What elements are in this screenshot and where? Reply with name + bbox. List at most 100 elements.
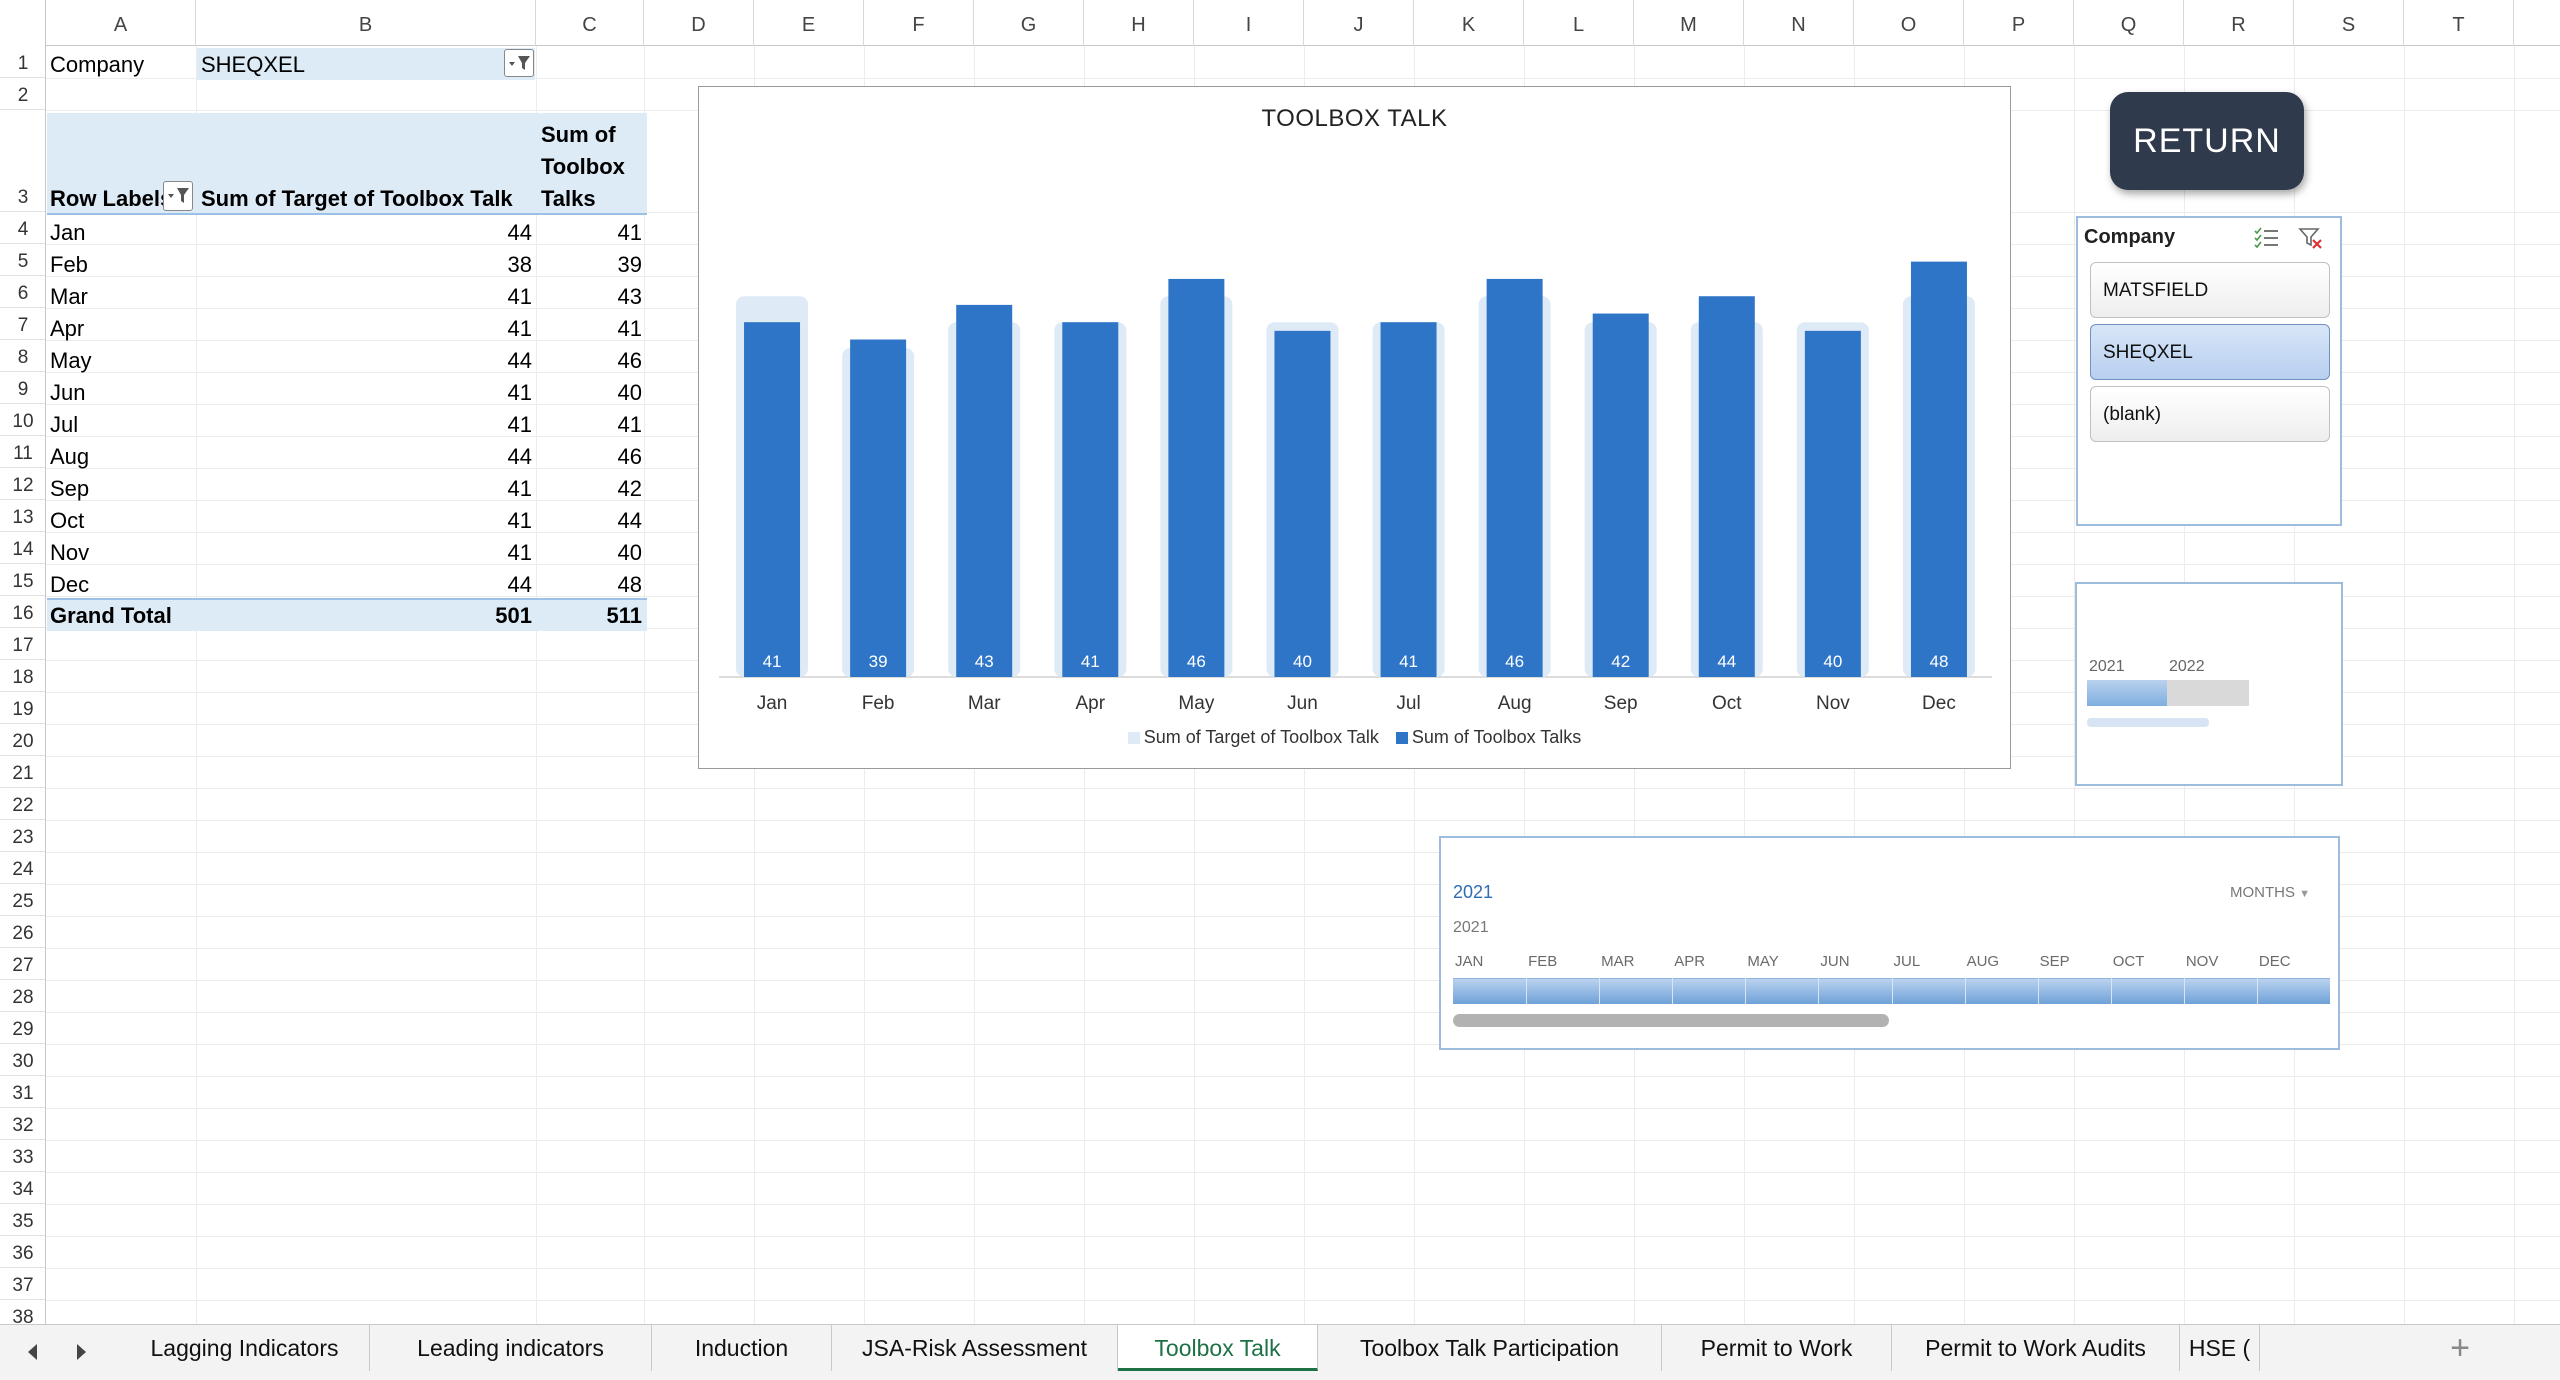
column-header-k[interactable]: K <box>1414 0 1524 46</box>
sheet-tab-toolbox-talk[interactable]: Toolbox Talk <box>1118 1325 1318 1371</box>
timeline-month-aug[interactable]: AUG <box>1967 953 2000 970</box>
row-header-8[interactable]: 8 <box>0 340 45 372</box>
toolbox-talk-chart[interactable]: TOOLBOX TALK 41 Jan 39 Feb 43 Mar 41 Apr 46 May 40… <box>698 86 2011 769</box>
column-header-t[interactable]: T <box>2404 0 2514 46</box>
timeline-month-dec[interactable]: DEC <box>2259 953 2291 970</box>
company-slicer[interactable]: Company MATSFIELD SHEQXEL (blank) <box>2076 216 2342 526</box>
bar-talks-oct[interactable] <box>1698 296 1755 677</box>
column-header-o[interactable]: O <box>1854 0 1964 46</box>
prev-sheet-arrow-icon[interactable] <box>20 1339 46 1365</box>
row-header-25[interactable]: 25 <box>0 884 45 916</box>
row-header-31[interactable]: 31 <box>0 1076 45 1108</box>
column-header-c[interactable]: C <box>536 0 644 46</box>
timeline-month-oct[interactable]: OCT <box>2113 953 2145 970</box>
column-header-d[interactable]: D <box>644 0 754 46</box>
return-button[interactable]: RETURN <box>2110 92 2304 190</box>
bar-talks-jun[interactable] <box>1274 330 1331 677</box>
timeline-month-apr[interactable]: APR <box>1674 953 1705 970</box>
row-header-14[interactable]: 14 <box>0 532 45 564</box>
column-header-g[interactable]: G <box>974 0 1084 46</box>
sheet-tab-jsa-risk-assessment[interactable]: JSA-Risk Assessment <box>832 1325 1118 1371</box>
row-header-28[interactable]: 28 <box>0 980 45 1012</box>
column-header-h[interactable]: H <box>1084 0 1194 46</box>
row-header-9[interactable]: 9 <box>0 372 45 404</box>
multi-select-icon[interactable] <box>2254 226 2280 250</box>
timeline-month-feb[interactable]: FEB <box>1528 953 1557 970</box>
column-header-m[interactable]: M <box>1634 0 1744 46</box>
column-header-f[interactable]: F <box>864 0 974 46</box>
timeline-month-jul[interactable]: JUL <box>1894 953 1921 970</box>
year-timeline-mini[interactable]: 2021 2022 <box>2075 582 2343 786</box>
column-header-p[interactable]: P <box>1964 0 2074 46</box>
timeline-scrollbar[interactable] <box>1453 1014 1889 1027</box>
bar-talks-mar[interactable] <box>956 304 1013 677</box>
row-header-27[interactable]: 27 <box>0 948 45 980</box>
row-header-38[interactable]: 38 <box>0 1300 45 1324</box>
sheet-tab-induction[interactable]: Induction <box>652 1325 832 1371</box>
select-all-corner[interactable] <box>0 0 46 46</box>
row-header-22[interactable]: 22 <box>0 788 45 820</box>
row-header-11[interactable]: 11 <box>0 436 45 468</box>
bar-talks-nov[interactable] <box>1804 330 1861 677</box>
row-header-6[interactable]: 6 <box>0 276 45 308</box>
bar-talks-jul[interactable] <box>1380 322 1437 677</box>
row-header-15[interactable]: 15 <box>0 564 45 596</box>
column-header-e[interactable]: E <box>754 0 864 46</box>
row-header-2[interactable]: 2 <box>0 78 45 110</box>
bar-talks-jan[interactable] <box>744 322 801 677</box>
timeline-month-sep[interactable]: SEP <box>2040 953 2070 970</box>
bar-talks-feb[interactable] <box>850 339 907 678</box>
column-header-l[interactable]: L <box>1524 0 1634 46</box>
column-header-j[interactable]: J <box>1304 0 1414 46</box>
report-filter-dropdown-button[interactable] <box>504 49 534 77</box>
row-header-29[interactable]: 29 <box>0 1012 45 1044</box>
sheet-tab-permit-to-work[interactable]: Permit to Work <box>1662 1325 1892 1371</box>
row-header-24[interactable]: 24 <box>0 852 45 884</box>
month-timeline[interactable]: 2021 MONTHS ▼ 2021 JAN FEB MAR APR MAY JUN JUL… <box>1439 836 2340 1050</box>
bar-talks-may[interactable] <box>1168 278 1225 677</box>
column-header-i[interactable]: I <box>1194 0 1304 46</box>
bar-talks-sep[interactable] <box>1592 313 1649 677</box>
bar-talks-dec[interactable] <box>1910 261 1967 677</box>
row-header-18[interactable]: 18 <box>0 660 45 692</box>
column-header-b[interactable]: B <box>196 0 536 46</box>
column-header-n[interactable]: N <box>1744 0 1854 46</box>
row-header-35[interactable]: 35 <box>0 1204 45 1236</box>
row-header-20[interactable]: 20 <box>0 724 45 756</box>
row-header-26[interactable]: 26 <box>0 916 45 948</box>
slicer-item-blank[interactable]: (blank) <box>2090 386 2330 442</box>
row-header-19[interactable]: 19 <box>0 692 45 724</box>
timeline-level-dropdown[interactable]: MONTHS ▼ <box>2230 884 2310 901</box>
slicer-item-sheqxel[interactable]: SHEQXEL <box>2090 324 2330 380</box>
row-header-34[interactable]: 34 <box>0 1172 45 1204</box>
row-header-3[interactable]: 3 <box>0 110 45 212</box>
row-header-12[interactable]: 12 <box>0 468 45 500</box>
row-header-1[interactable]: 1 <box>0 46 45 78</box>
next-sheet-arrow-icon[interactable] <box>68 1339 94 1365</box>
row-header-33[interactable]: 33 <box>0 1140 45 1172</box>
timeline-month-jun[interactable]: JUN <box>1820 953 1849 970</box>
slicer-item-matsfield[interactable]: MATSFIELD <box>2090 262 2330 318</box>
sheet-tab-leading-indicators[interactable]: Leading indicators <box>370 1325 652 1371</box>
row-header-32[interactable]: 32 <box>0 1108 45 1140</box>
timeline-month-may[interactable]: MAY <box>1747 953 1778 970</box>
column-header-q[interactable]: Q <box>2074 0 2184 46</box>
bar-talks-aug[interactable] <box>1486 278 1543 677</box>
column-header-r[interactable]: R <box>2184 0 2294 46</box>
sheet-tab-lagging-indicators[interactable]: Lagging Indicators <box>120 1325 370 1371</box>
sheet-tab-hse[interactable]: HSE ( <box>2180 1325 2260 1371</box>
row-header-5[interactable]: 5 <box>0 244 45 276</box>
clear-filter-icon[interactable] <box>2298 226 2324 250</box>
timeline-month-jan[interactable]: JAN <box>1455 953 1483 970</box>
year-bar-selected[interactable] <box>2087 680 2167 706</box>
row-header-37[interactable]: 37 <box>0 1268 45 1300</box>
add-sheet-button[interactable]: + <box>2440 1331 2480 1365</box>
row-header-16[interactable]: 16 <box>0 596 45 628</box>
column-header-s[interactable]: S <box>2294 0 2404 46</box>
sheet-tab-toolbox-talk-participation[interactable]: Toolbox Talk Participation <box>1318 1325 1662 1371</box>
row-header-13[interactable]: 13 <box>0 500 45 532</box>
row-header-4[interactable]: 4 <box>0 212 45 244</box>
row-header-36[interactable]: 36 <box>0 1236 45 1268</box>
row-header-10[interactable]: 10 <box>0 404 45 436</box>
timeline-month-mar[interactable]: MAR <box>1601 953 1634 970</box>
